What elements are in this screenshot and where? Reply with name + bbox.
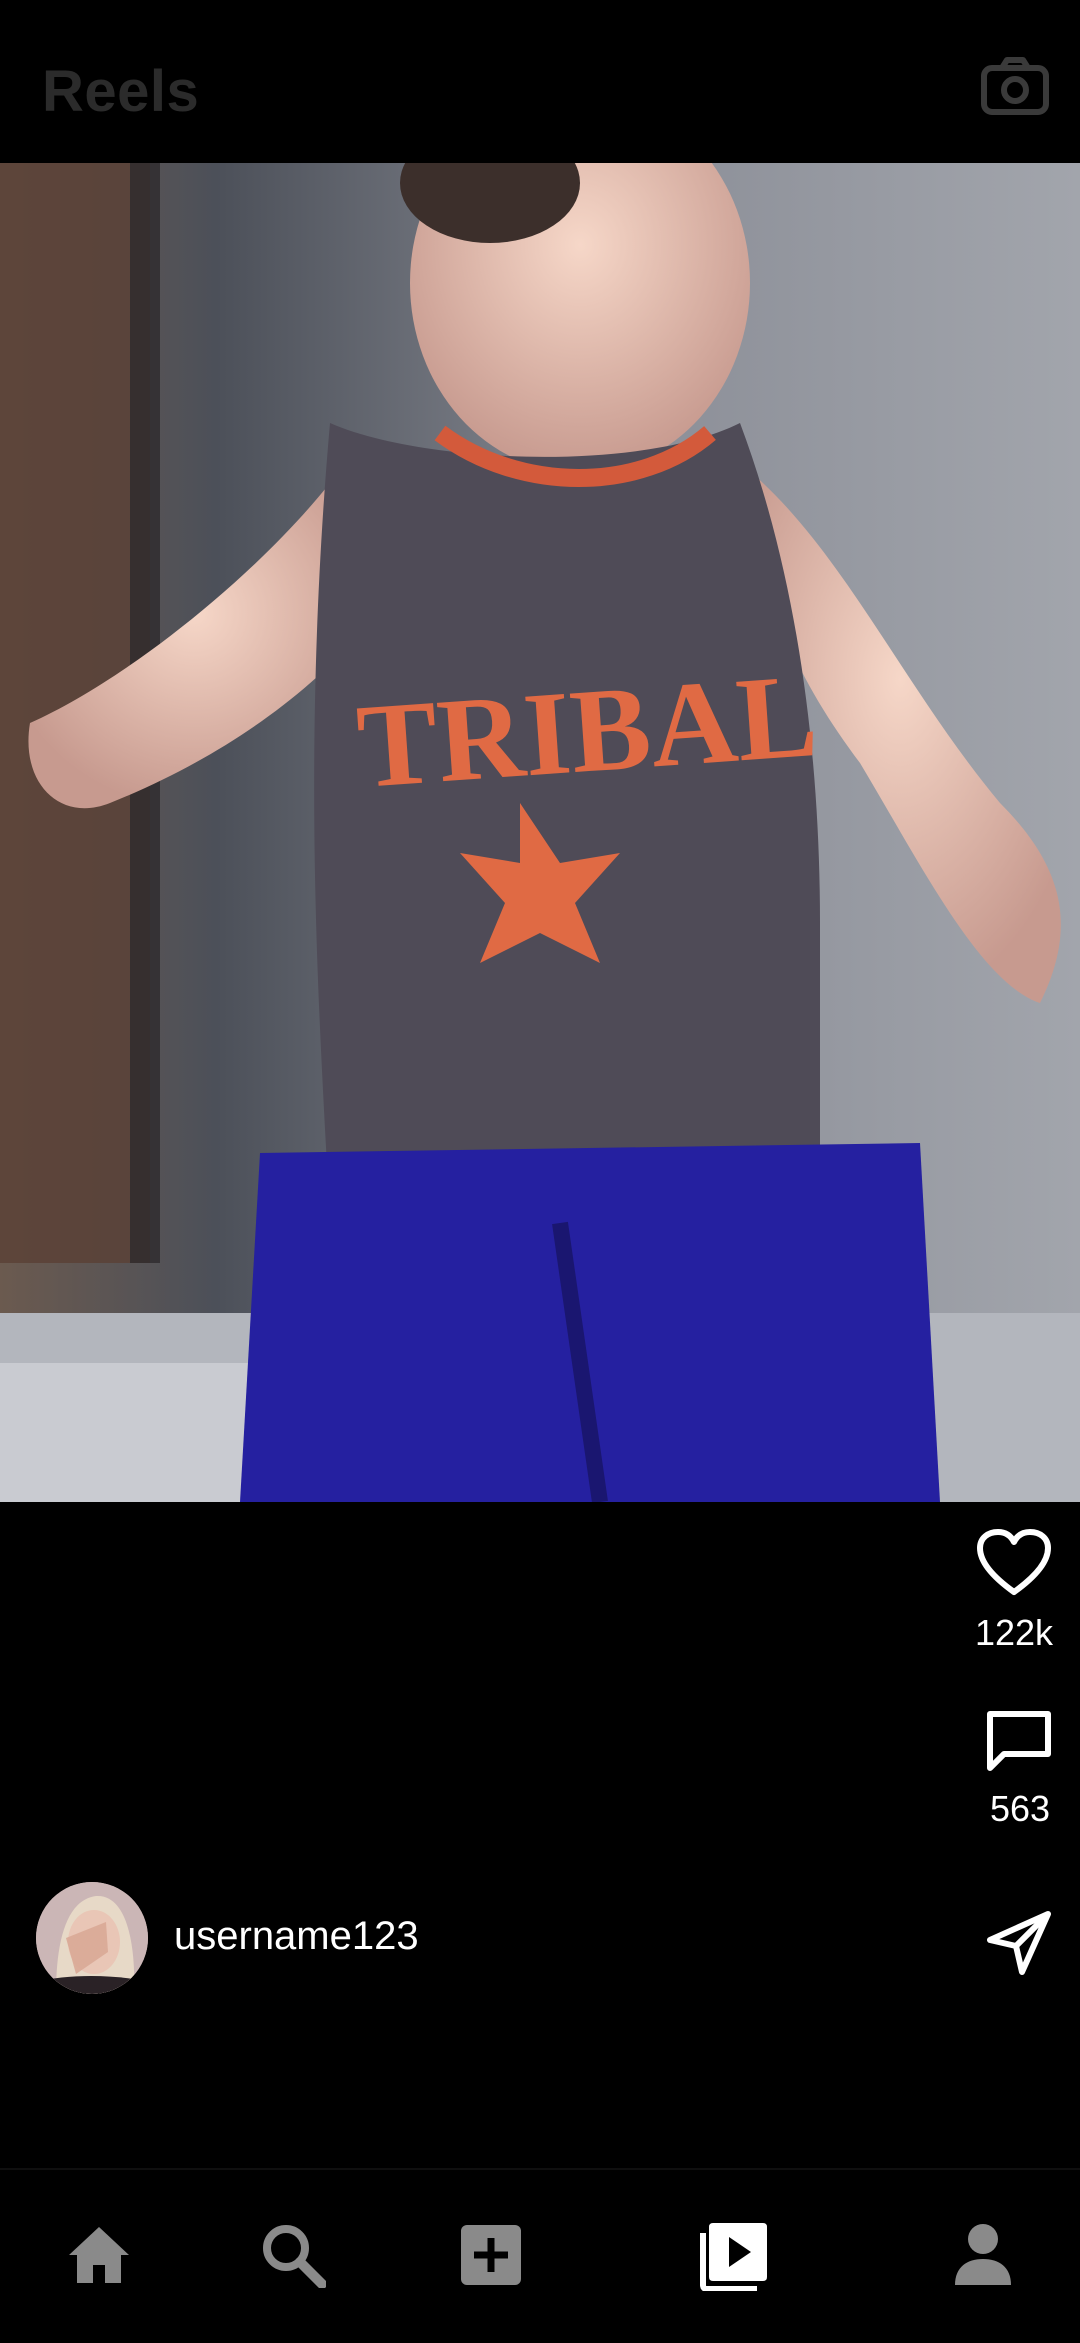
reels-icon xyxy=(700,2223,767,2291)
nav-profile[interactable] xyxy=(938,2210,1028,2300)
comments-count: 563 xyxy=(989,1788,1051,1829)
reel-video[interactable]: TRIBAL xyxy=(0,163,1080,1502)
likes-count: 122k xyxy=(974,1612,1054,1653)
page-title: Reels xyxy=(42,59,200,124)
avatar-image xyxy=(36,1882,148,1994)
nav-search[interactable] xyxy=(248,2210,338,2300)
avatar[interactable] xyxy=(36,1882,148,1994)
home-icon xyxy=(69,2227,129,2283)
heart-icon xyxy=(977,1529,1051,1595)
comment-icon xyxy=(987,1711,1051,1771)
comment-button[interactable] xyxy=(984,1708,1054,1772)
reel-author[interactable]: username123 xyxy=(36,1882,536,1994)
username[interactable]: username123 xyxy=(174,1914,419,1959)
video-frame: TRIBAL xyxy=(0,163,1080,1502)
search-icon xyxy=(263,2225,326,2288)
like-button[interactable] xyxy=(976,1528,1052,1596)
nav-reels[interactable] xyxy=(690,2210,780,2300)
nav-home[interactable] xyxy=(54,2210,144,2300)
profile-icon xyxy=(955,2224,1011,2285)
bottom-navigation xyxy=(0,2168,1080,2343)
top-header: Reels xyxy=(0,0,1080,163)
nav-create[interactable] xyxy=(446,2210,536,2300)
send-icon xyxy=(987,1911,1051,1975)
camera-button[interactable] xyxy=(980,56,1050,116)
share-button[interactable] xyxy=(984,1908,1054,1978)
add-post-icon xyxy=(461,2225,521,2285)
camera-icon xyxy=(981,57,1049,115)
